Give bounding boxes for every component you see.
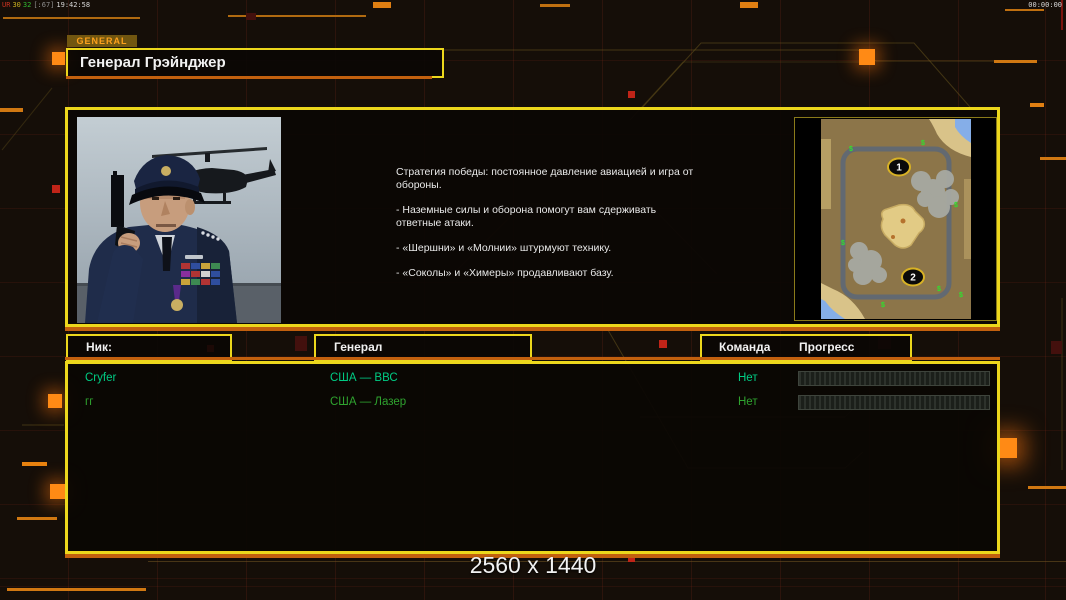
decor-dash	[540, 4, 570, 7]
svg-text:1: 1	[896, 163, 902, 174]
svg-text:2: 2	[910, 273, 916, 284]
general-info-panel: Стратегия победы: постоянное давление ав…	[65, 107, 1000, 327]
general-title-box: Генерал Грэйнджер	[66, 48, 444, 78]
column-header-team-label: Команда	[719, 336, 770, 359]
spawn-point-1: 1	[888, 159, 910, 176]
minimap-panel: $ $ $ $ $ $ $ 1 2	[794, 117, 997, 321]
player-nick: Cryfer	[85, 372, 116, 384]
title-box-underline	[66, 76, 432, 79]
portrait-image	[77, 117, 281, 323]
decor-red-square	[52, 185, 60, 193]
svg-text:$: $	[959, 292, 963, 299]
player-general: США — Лазер	[330, 396, 406, 408]
decor-dash	[3, 17, 140, 19]
column-header-general-label: Генерал	[334, 340, 382, 354]
decor-dash	[22, 462, 47, 466]
decor-red-square	[628, 91, 635, 98]
roster-divider	[65, 357, 1000, 360]
stats-bracket: [:67]	[33, 1, 54, 9]
player-nick: гг	[85, 396, 93, 408]
loading-screen: UR3032[:67]19:42:58 00:00:00 GENERAL Ген…	[0, 0, 1066, 600]
decor-dash	[1040, 157, 1066, 160]
commander-portrait	[77, 117, 281, 323]
decor-glow-square	[52, 52, 65, 65]
svg-text:$: $	[921, 140, 925, 147]
decor-glow-square	[859, 49, 875, 65]
column-header-progress-label: Прогресс	[799, 336, 854, 359]
decor-dim-square	[246, 13, 256, 20]
decor-dash	[994, 60, 1037, 63]
performance-overlay: UR3032[:67]19:42:58	[2, 1, 92, 9]
player-general: США — ВВС	[330, 372, 398, 384]
spawn-point-2: 2	[902, 269, 924, 286]
player-roster-panel: Cryfer США — ВВС Нет гг США — Лазер Нет	[65, 361, 1000, 554]
svg-text:$: $	[881, 302, 885, 309]
briefing-text: Стратегия победы: постоянное давление ав…	[396, 166, 701, 292]
column-header-nick-label: Ник:	[86, 340, 112, 354]
decor-dash	[7, 588, 146, 591]
decor-dim-square	[295, 336, 307, 351]
decor-glow-square	[50, 484, 65, 499]
progress-bar	[798, 371, 990, 386]
briefing-paragraph: Стратегия победы: постоянное давление ав…	[396, 166, 701, 192]
progress-bar	[798, 395, 990, 410]
decor-dash	[1030, 103, 1044, 107]
briefing-paragraph: - Наземные силы и оборона помогут вам сд…	[396, 204, 701, 230]
player-row: Cryfer США — ВВС Нет	[68, 368, 997, 390]
player-row: гг США — Лазер Нет	[68, 392, 997, 414]
decor-dash	[17, 517, 57, 520]
general-title: Генерал Грэйнджер	[80, 54, 226, 71]
general-tab-label: GENERAL	[67, 35, 137, 47]
decor-red-square	[659, 340, 667, 348]
stats-clock: 19:42:58	[56, 1, 90, 9]
player-team: Нет	[738, 396, 758, 408]
main-panel-underline	[65, 327, 1000, 331]
svg-text:$: $	[937, 286, 941, 293]
decor-dash	[740, 2, 758, 8]
resolution-label: 2560 x 1440	[0, 552, 1066, 579]
decor-dash	[1028, 486, 1066, 489]
decor-glow-square	[48, 394, 62, 408]
stats-value-a: 30	[12, 1, 20, 9]
decor-dim-square	[1051, 341, 1062, 354]
stats-value-b: 32	[23, 1, 31, 9]
svg-text:$: $	[849, 146, 853, 153]
minimap-image: $ $ $ $ $ $ $ 1 2	[821, 119, 971, 319]
svg-text:$: $	[841, 240, 845, 247]
stats-label: UR	[2, 1, 10, 9]
decor-dash	[373, 2, 391, 8]
decor-dash	[1005, 9, 1044, 11]
player-team: Нет	[738, 372, 758, 384]
briefing-paragraph: - «Соколы» и «Химеры» продавливают базу.	[396, 267, 701, 280]
decor-dash	[0, 108, 23, 112]
match-timer: 00:00:00	[1028, 1, 1062, 9]
svg-text:$: $	[954, 202, 958, 209]
briefing-paragraph: - «Шершни» и «Молнии» штурмуют технику.	[396, 242, 701, 255]
decor-glow-square	[997, 438, 1017, 458]
